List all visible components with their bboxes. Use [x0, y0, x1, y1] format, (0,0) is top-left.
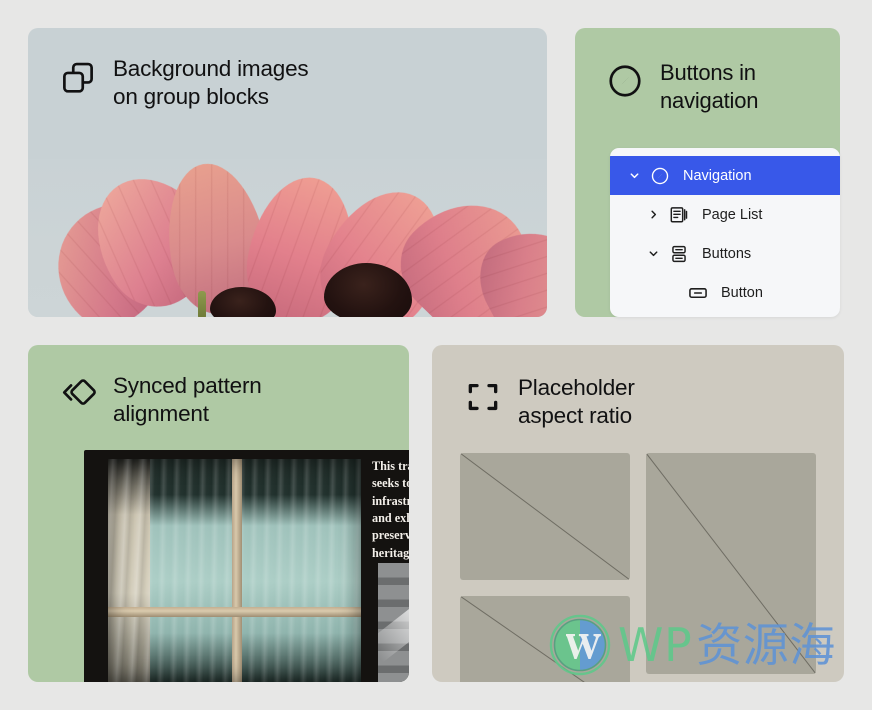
placeholder-box[interactable]: [646, 453, 816, 674]
card-background-images[interactable]: Background images on group blocks: [28, 28, 547, 317]
block-list-label: Navigation: [683, 168, 752, 184]
placeholder-diagonal-icon: [460, 453, 630, 580]
chevron-right-icon[interactable]: [648, 209, 659, 220]
window-photo: [108, 459, 361, 682]
block-list-panel[interactable]: Navigation Page List Buttons: [610, 148, 840, 317]
button-icon: [687, 282, 709, 304]
buttons-group-icon: [668, 243, 690, 265]
chevron-down-icon[interactable]: [629, 170, 640, 181]
placeholder-diagonal-icon: [646, 453, 816, 674]
block-list-label: Page List: [702, 207, 762, 223]
card-synced-pattern-alignment[interactable]: Synced pattern alignment This transf see…: [28, 345, 409, 682]
placeholder-grid: [460, 453, 816, 682]
card-header: Background images on group blocks: [28, 28, 547, 111]
card-header: Placeholder aspect ratio: [432, 345, 844, 430]
block-list-row-page-list[interactable]: Page List: [610, 195, 840, 234]
placeholder-box[interactable]: [460, 596, 630, 682]
block-list-row-navigation[interactable]: Navigation: [610, 156, 840, 195]
block-list-label: Buttons: [702, 246, 751, 262]
window-vignette: [108, 459, 361, 682]
flower-stem: [198, 291, 206, 317]
crop-corners-icon: [464, 378, 502, 416]
chevron-down-icon[interactable]: [648, 248, 659, 259]
block-list-row-button[interactable]: Button: [610, 273, 840, 312]
stairs-photo: [378, 563, 409, 682]
card-header: Buttons in navigation: [575, 28, 840, 114]
card-title: Background images on group blocks: [113, 54, 308, 111]
pink-flower-photo: [28, 159, 547, 317]
synced-pattern-icon: [59, 375, 97, 413]
page-list-icon: [668, 204, 690, 226]
block-list-label: Button: [721, 285, 763, 301]
placeholder-diagonal-icon: [460, 596, 630, 682]
card-title: Placeholder aspect ratio: [518, 373, 635, 430]
placeholder-box[interactable]: [460, 453, 630, 580]
block-list-row-buttons[interactable]: Buttons: [610, 234, 840, 273]
window-curtains-photo: This transf seeks to en infrastructu and…: [84, 450, 409, 682]
card-header: Synced pattern alignment: [28, 345, 409, 428]
compass-icon: [606, 62, 644, 100]
card-title: Synced pattern alignment: [113, 371, 262, 428]
card-title: Buttons in navigation: [660, 58, 758, 114]
compass-icon: [649, 165, 671, 187]
screenshot-canvas: Background images on group blocks: [0, 0, 872, 710]
overlapping-squares-icon: [59, 59, 97, 97]
card-placeholder-aspect-ratio[interactable]: Placeholder aspect ratio: [432, 345, 844, 682]
pattern-paragraph: This transf seeks to en infrastructu and…: [372, 458, 409, 562]
